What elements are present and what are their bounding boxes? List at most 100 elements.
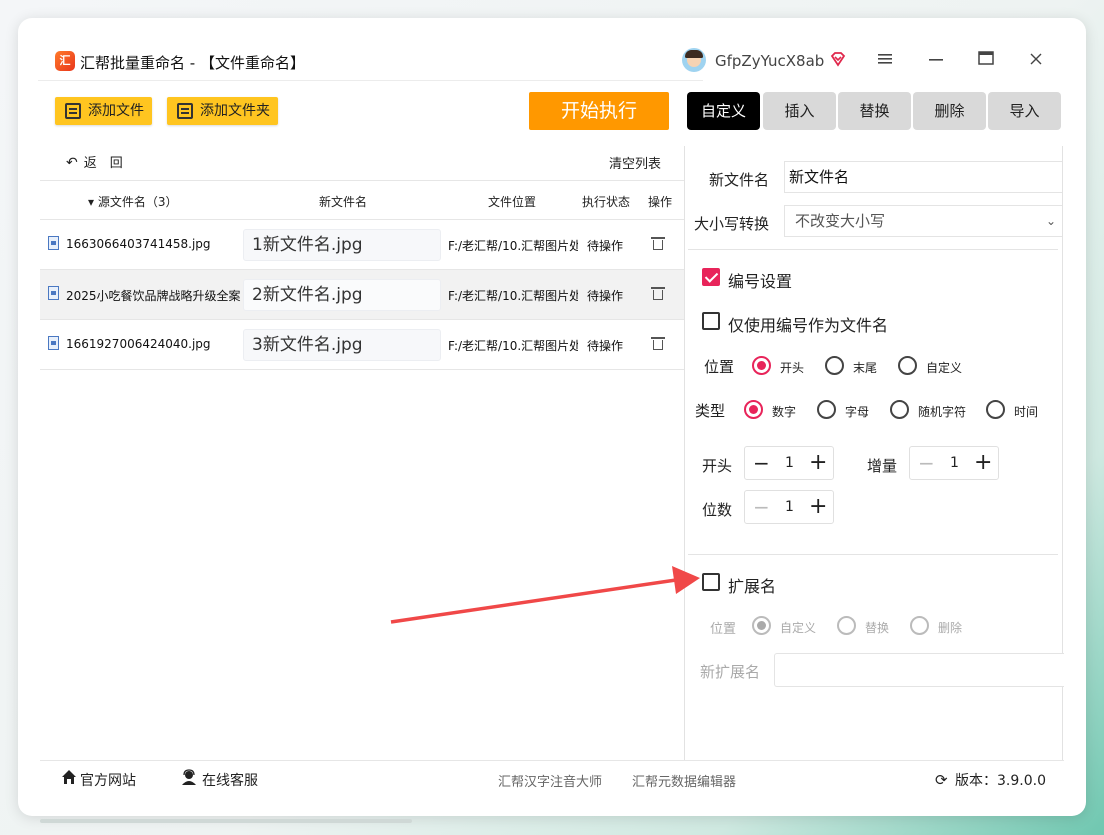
minus-icon[interactable]: − xyxy=(753,495,770,519)
ext-custom-radio[interactable] xyxy=(752,616,771,635)
table-row[interactable]: 2025小吃餐饮品牌战略升级全案 2新文件名.jpg F:/老汇帮/10.汇帮图… xyxy=(40,270,684,320)
position-end-radio[interactable] xyxy=(825,356,844,375)
vip-diamond-icon[interactable] xyxy=(830,51,846,67)
ext-replace-label: 替换 xyxy=(865,621,890,635)
header-status: 执行状态 xyxy=(582,195,631,209)
only-number-checkbox[interactable] xyxy=(702,312,720,330)
trash-icon[interactable] xyxy=(651,336,665,350)
username[interactable]: GfpZyYucX8ab xyxy=(715,52,824,70)
new-ext-input[interactable] xyxy=(774,653,1064,687)
minimize-icon[interactable] xyxy=(921,46,951,74)
header-action: 操作 xyxy=(648,195,673,209)
new-filename-field[interactable]: 2新文件名.jpg xyxy=(243,279,441,311)
file-location: F:/老汇帮/10.汇帮图片处理 xyxy=(448,339,578,353)
digits-label: 位数 xyxy=(702,501,733,519)
horizontal-scrollbar[interactable] xyxy=(40,819,412,823)
extension-checkbox[interactable] xyxy=(702,573,720,591)
tab-import[interactable]: 导入 xyxy=(988,92,1061,130)
app-logo-icon: 汇 xyxy=(55,51,75,71)
status-text: 待操作 xyxy=(587,239,624,253)
source-filename: 1663066403741458.jpg xyxy=(66,237,211,251)
type-letter-radio[interactable] xyxy=(817,400,836,419)
status-text: 待操作 xyxy=(587,289,624,303)
add-folder-button[interactable]: 添加文件夹 xyxy=(167,97,278,125)
tab-replace[interactable]: 替换 xyxy=(838,92,911,130)
start-button[interactable]: 开始执行 xyxy=(529,92,669,130)
add-folder-icon xyxy=(177,103,193,119)
extension-label: 扩展名 xyxy=(728,577,777,596)
source-filename: 2025小吃餐饮品牌战略升级全案 xyxy=(66,289,241,303)
window-title: 汇帮批量重命名 - 【文件重命名】 xyxy=(80,54,305,72)
case-select[interactable]: 不改变大小写 ⌄ xyxy=(784,205,1062,237)
close-icon[interactable] xyxy=(1021,46,1051,74)
image-file-icon xyxy=(48,336,59,350)
plus-icon[interactable]: + xyxy=(974,450,992,476)
digits-stepper[interactable]: − 1 + xyxy=(744,490,834,524)
minus-icon[interactable]: − xyxy=(918,451,935,475)
ext-position-label: 位置 xyxy=(710,622,737,637)
start-stepper[interactable]: − 1 + xyxy=(744,446,834,480)
zhuyin-link[interactable]: 汇帮汉字注音大师 xyxy=(498,771,602,790)
file-location: F:/老汇帮/10.汇帮图片处理 xyxy=(448,289,578,303)
position-end-label: 末尾 xyxy=(853,361,878,375)
image-file-icon xyxy=(48,286,59,300)
new-filename-field[interactable]: 1新文件名.jpg xyxy=(243,229,441,261)
numbering-checkbox[interactable] xyxy=(702,268,720,286)
case-label: 大小写转换 xyxy=(694,215,770,233)
file-location: F:/老汇帮/10.汇帮图片处理 xyxy=(448,239,578,253)
position-start-radio[interactable] xyxy=(752,356,771,375)
add-file-icon xyxy=(65,103,81,119)
home-icon[interactable] xyxy=(61,769,77,785)
title-bar: 汇 汇帮批量重命名 - 【文件重命名】 GfpZyYucX8ab xyxy=(18,18,1086,80)
position-custom-radio[interactable] xyxy=(898,356,917,375)
new-name-input[interactable]: 新文件名 xyxy=(784,161,1062,193)
maximize-icon[interactable] xyxy=(971,46,1001,74)
tab-custom[interactable]: 自定义 xyxy=(687,92,760,130)
header-source[interactable]: ▾ 源文件名（3） xyxy=(88,193,177,210)
plus-icon[interactable]: + xyxy=(809,494,827,520)
ext-replace-radio[interactable] xyxy=(837,616,856,635)
type-number-radio[interactable] xyxy=(744,400,763,419)
trash-icon[interactable] xyxy=(651,286,665,300)
ext-delete-radio[interactable] xyxy=(910,616,929,635)
new-filename-field[interactable]: 3新文件名.jpg xyxy=(243,329,441,361)
trash-icon[interactable] xyxy=(651,236,665,250)
type-letter-label: 字母 xyxy=(845,405,870,419)
ext-custom-label: 自定义 xyxy=(780,621,817,635)
support-link[interactable]: 在线客服 xyxy=(202,770,258,790)
minus-icon[interactable]: − xyxy=(753,451,770,475)
section-divider xyxy=(688,554,1058,555)
back-arrow-icon: ↶ xyxy=(66,155,78,171)
position-start-label: 开头 xyxy=(780,361,805,375)
table-row[interactable]: 1663066403741458.jpg 1新文件名.jpg F:/老汇帮/10… xyxy=(40,220,684,270)
tab-insert[interactable]: 插入 xyxy=(763,92,836,130)
metadata-link[interactable]: 汇帮元数据编辑器 xyxy=(632,771,736,790)
refresh-icon[interactable]: ⟳ xyxy=(935,771,948,789)
user-avatar[interactable] xyxy=(682,48,706,72)
header-new-name: 新文件名 xyxy=(319,195,368,209)
status-text: 待操作 xyxy=(587,339,624,353)
table-row[interactable]: 1661927006424040.jpg 3新文件名.jpg F:/老汇帮/10… xyxy=(40,320,684,370)
start-label: 开头 xyxy=(702,457,733,475)
new-name-label: 新文件名 xyxy=(709,171,770,189)
image-file-icon xyxy=(48,236,59,250)
type-number-label: 数字 xyxy=(772,405,797,419)
type-time-radio[interactable] xyxy=(986,400,1005,419)
number-position-label: 位置 xyxy=(704,358,735,376)
tab-delete[interactable]: 删除 xyxy=(913,92,986,130)
customer-service-icon[interactable] xyxy=(181,769,197,785)
version-text: 版本：3.9.0.0 xyxy=(955,773,1046,789)
app-window: 汇 汇帮批量重命名 - 【文件重命名】 GfpZyYucX8ab 添加文件 添加… xyxy=(18,18,1086,816)
back-button[interactable]: ↶ 返 回 xyxy=(66,152,123,171)
clear-list-button[interactable]: 清空列表 xyxy=(609,153,661,172)
header-location: 文件位置 xyxy=(488,195,537,209)
website-link[interactable]: 官方网站 xyxy=(80,770,136,790)
type-random-radio[interactable] xyxy=(890,400,909,419)
increment-stepper[interactable]: − 1 + xyxy=(909,446,999,480)
menu-icon[interactable] xyxy=(870,46,900,74)
type-time-label: 时间 xyxy=(1014,405,1039,419)
file-table: ▾ 源文件名（3） 新文件名 文件位置 执行状态 操作 166306640374… xyxy=(40,180,684,370)
ext-delete-label: 删除 xyxy=(938,621,963,635)
plus-icon[interactable]: + xyxy=(809,450,827,476)
add-file-button[interactable]: 添加文件 xyxy=(55,97,152,125)
